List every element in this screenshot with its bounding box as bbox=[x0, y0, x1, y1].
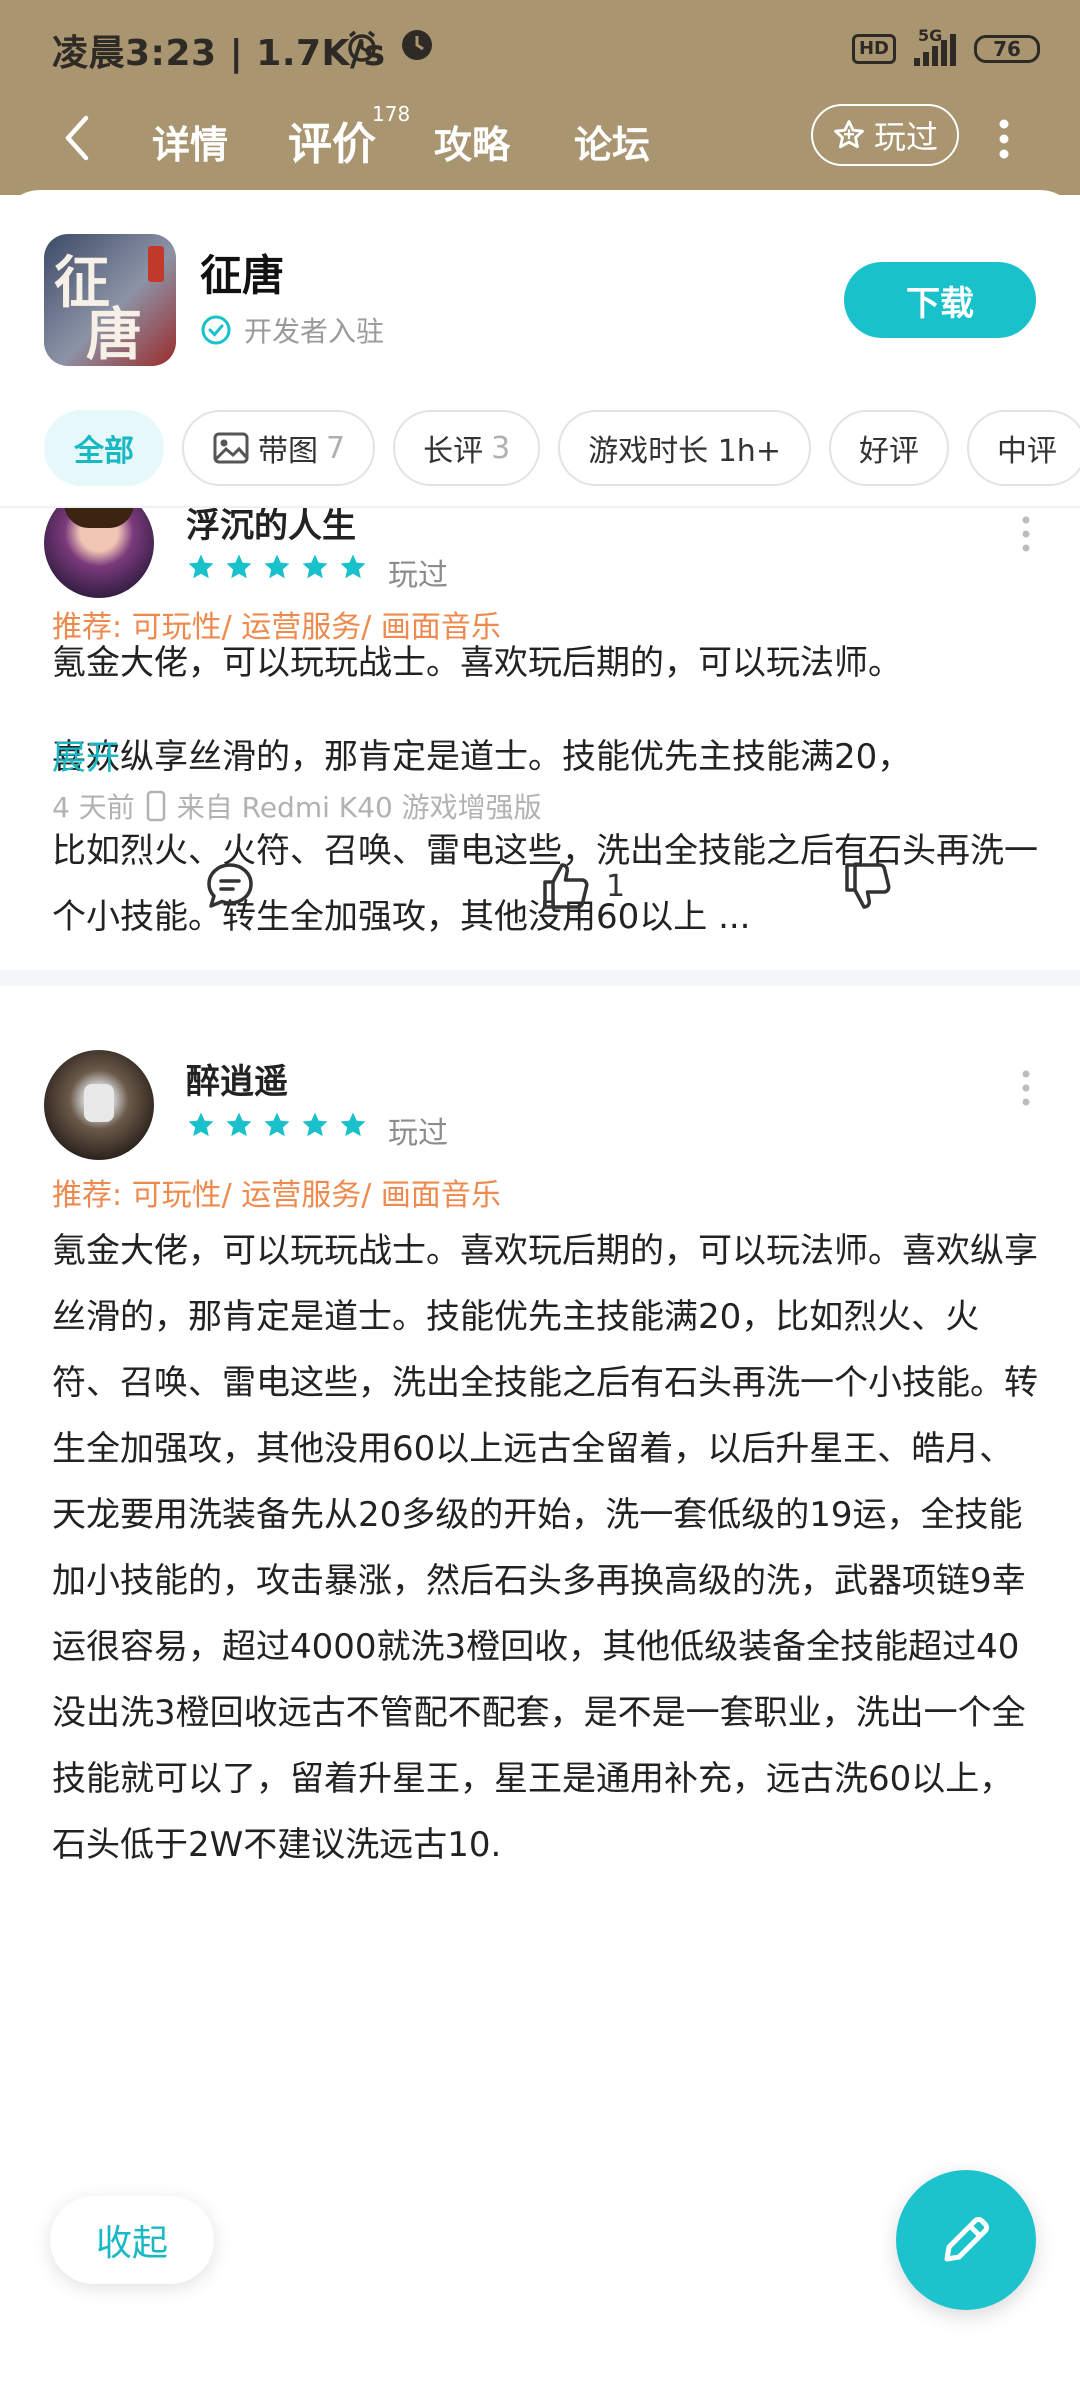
filter-long-review[interactable]: 长评 3 bbox=[393, 410, 541, 486]
filter-label: 带图 bbox=[258, 434, 318, 469]
filter-playtime[interactable]: 游戏时长 1h+ bbox=[558, 410, 811, 486]
played-label: 玩过 bbox=[873, 118, 938, 156]
developer-badge: 开发者入驻 bbox=[200, 310, 384, 350]
tab-reviews[interactable]: 评价 bbox=[288, 108, 376, 172]
battery-level: 76 bbox=[993, 37, 1021, 61]
review-meta: 4 天前 来自 Redmi K40 游戏增强版 bbox=[52, 786, 542, 826]
top-nav: 详情 评价 178 攻略 论坛 玩过 bbox=[0, 100, 1080, 180]
filter-label: 长评 bbox=[423, 434, 484, 469]
play-status: 玩过 bbox=[388, 1116, 448, 1151]
play-status: 玩过 bbox=[388, 558, 448, 593]
star-icon bbox=[302, 554, 328, 579]
like-count: 1 bbox=[606, 868, 626, 904]
like-button[interactable]: 1 bbox=[540, 860, 625, 912]
filter-count: 3 bbox=[491, 430, 511, 466]
recommend-tags: 推荐: 可玩性/ 运营服务/ 画面音乐 bbox=[52, 1178, 501, 1213]
rating-stars bbox=[186, 552, 368, 582]
review-separator bbox=[0, 970, 1080, 986]
clock-text: 凌晨3:23 bbox=[52, 33, 217, 74]
star-icon bbox=[340, 1112, 366, 1137]
username[interactable]: 浮沉的人生 bbox=[186, 508, 356, 547]
star-icon bbox=[264, 554, 290, 579]
review-count-badge: 178 bbox=[372, 102, 411, 126]
star-icon bbox=[226, 1112, 252, 1137]
alarm-icon bbox=[348, 30, 376, 62]
star-icon bbox=[340, 554, 366, 579]
comment-icon bbox=[207, 863, 253, 908]
expand-link[interactable]: 展开 bbox=[52, 730, 120, 779]
star-icon bbox=[302, 1112, 328, 1137]
developer-label: 开发者入驻 bbox=[244, 315, 385, 348]
verified-check-icon bbox=[201, 315, 231, 345]
content-sheet: 征 唐 征唐 开发者入驻 下载 全部 带图 7 长评 3 游戏时长 1h+ 好评… bbox=[0, 190, 1080, 2400]
filter-chips: 全部 带图 7 长评 3 游戏时长 1h+ 好评 中评 bbox=[44, 410, 1080, 486]
review-menu-icon[interactable] bbox=[1020, 512, 1032, 556]
status-right: HD 5G 76 bbox=[851, 26, 1040, 72]
pencil-icon bbox=[944, 2217, 989, 2262]
network-type: 5G bbox=[918, 26, 943, 45]
status-separator: | bbox=[229, 33, 257, 74]
header: 凌晨3:23 | 1.7K/s HD 5G 76 详情 评价 178 攻略 论坛… bbox=[0, 0, 1080, 195]
game-icon-glyph-2: 唐 bbox=[86, 302, 142, 366]
tab-details[interactable]: 详情 bbox=[152, 114, 228, 169]
filter-with-images[interactable]: 带图 7 bbox=[182, 410, 376, 486]
write-review-button[interactable] bbox=[896, 2170, 1036, 2310]
review-device: 来自 Redmi K40 游戏增强版 bbox=[176, 791, 542, 824]
comment-button[interactable] bbox=[204, 860, 256, 912]
star-icon bbox=[188, 1112, 214, 1137]
review-paragraph: 氪金大佬，可以玩玩战士。喜欢玩后期的，可以玩法师。 bbox=[52, 643, 902, 683]
tab-forum[interactable]: 论坛 bbox=[574, 114, 650, 169]
game-title[interactable]: 征唐 bbox=[200, 242, 284, 303]
more-menu-icon[interactable] bbox=[996, 114, 1012, 164]
status-time: 凌晨3:23 | 1.7K/s bbox=[52, 24, 386, 76]
download-button[interactable]: 下载 bbox=[844, 262, 1036, 338]
review-actions: 1 bbox=[0, 860, 1080, 920]
signal-icon: 5G bbox=[914, 26, 956, 66]
filter-all[interactable]: 全部 bbox=[44, 410, 164, 486]
filter-neutral[interactable]: 中评 bbox=[966, 410, 1080, 486]
filter-label: 好评 bbox=[858, 434, 919, 469]
game-icon[interactable]: 征 唐 bbox=[44, 234, 176, 366]
back-arrow-icon[interactable] bbox=[58, 112, 98, 164]
filter-label: 游戏时长 1h+ bbox=[588, 434, 781, 469]
filter-count: 7 bbox=[326, 430, 346, 466]
clock-icon bbox=[402, 30, 432, 60]
avatar[interactable] bbox=[44, 508, 154, 598]
collapse-button[interactable]: 收起 bbox=[50, 2196, 214, 2284]
star-icon bbox=[226, 554, 252, 579]
filter-positive[interactable]: 好评 bbox=[828, 410, 949, 486]
thumbs-up-icon bbox=[543, 863, 589, 909]
played-button[interactable]: 玩过 bbox=[811, 104, 959, 166]
seal-icon bbox=[148, 246, 164, 282]
thumbs-down-icon bbox=[845, 863, 891, 909]
star-icon bbox=[264, 1112, 290, 1137]
avatar[interactable] bbox=[44, 1050, 154, 1160]
rating-stars bbox=[186, 1110, 368, 1140]
image-icon bbox=[213, 432, 249, 464]
status-bar: 凌晨3:23 | 1.7K/s HD 5G 76 bbox=[0, 0, 1080, 96]
battery-icon: 76 bbox=[974, 35, 1040, 63]
filter-label: 中评 bbox=[996, 434, 1057, 469]
hd-icon: HD bbox=[851, 34, 896, 64]
review-time: 4 天前 bbox=[52, 791, 135, 824]
username[interactable]: 醉逍遥 bbox=[186, 1054, 288, 1103]
star-icon bbox=[188, 554, 214, 579]
star-outline-icon bbox=[834, 120, 864, 149]
review-menu-icon[interactable] bbox=[1020, 1066, 1032, 1110]
filter-label: 全部 bbox=[74, 434, 134, 469]
phone-icon bbox=[146, 790, 165, 822]
tab-guides[interactable]: 攻略 bbox=[434, 114, 510, 169]
dislike-button[interactable] bbox=[842, 860, 894, 912]
review-paragraph: 喜欢纵享丝滑的，那肯定是道士。技能优先主技能满20， bbox=[52, 737, 912, 777]
